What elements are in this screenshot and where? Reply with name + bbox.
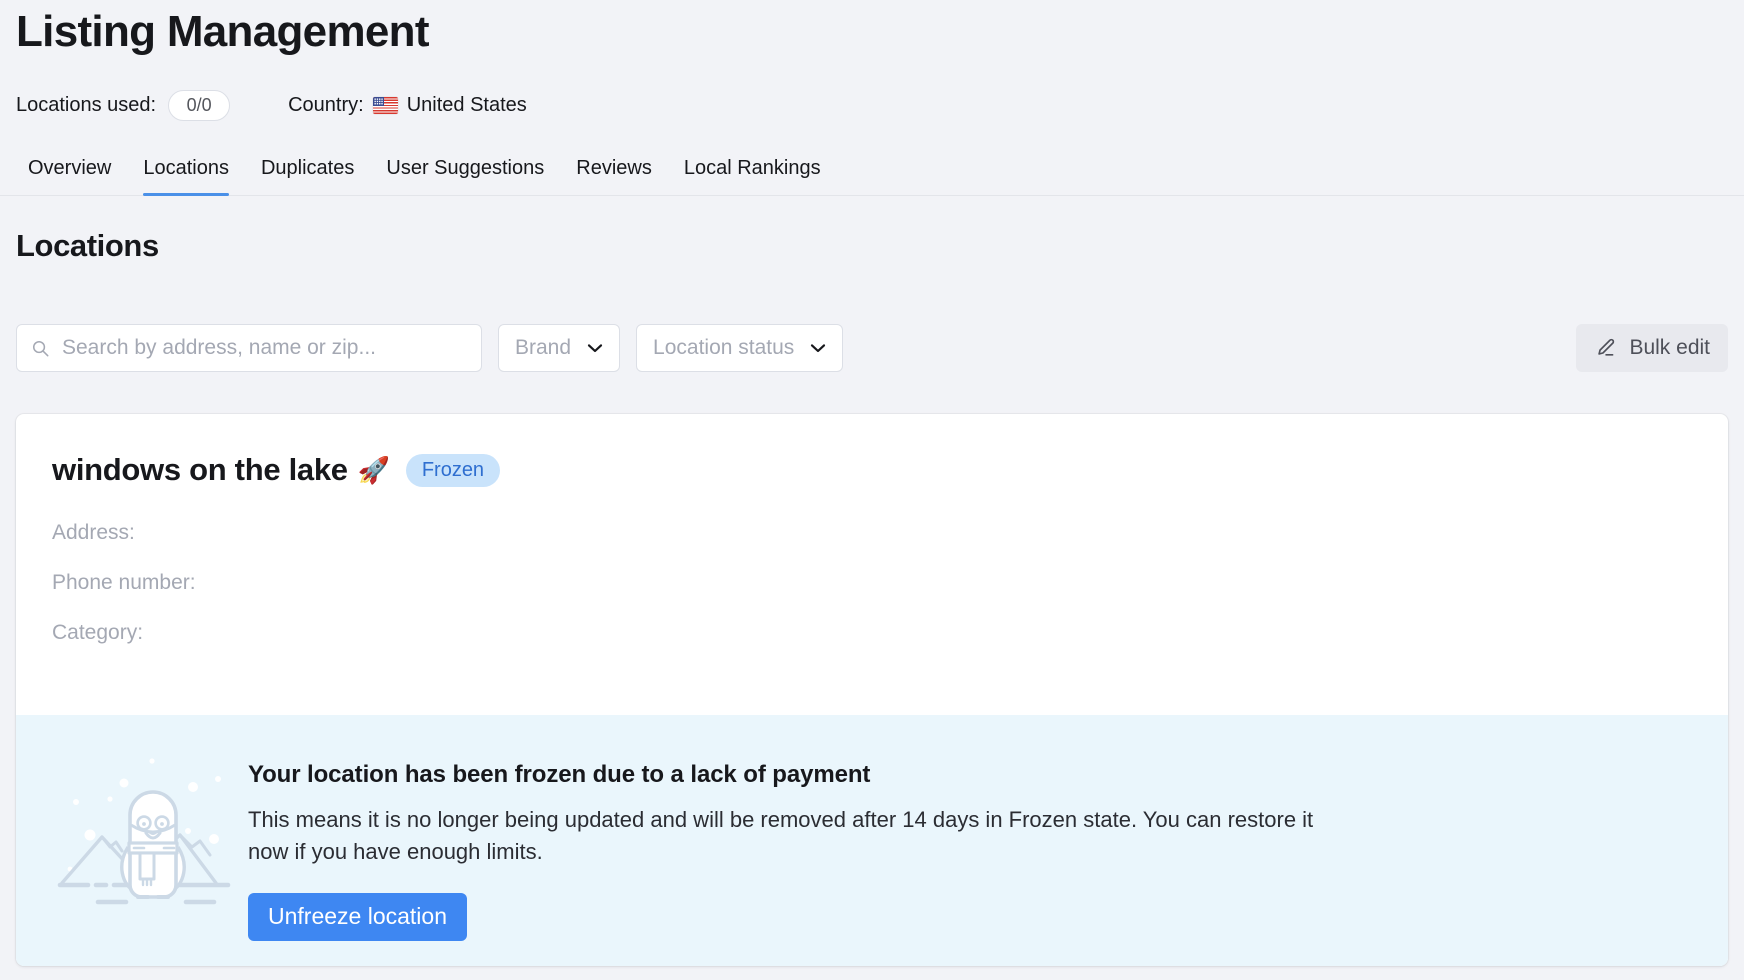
tab-bar: Overview Locations Duplicates User Sugge… [0, 152, 1744, 196]
location-card: windows on the lake 🚀 Frozen Address: Ph… [16, 414, 1728, 966]
search-icon [32, 340, 49, 356]
country-label: Country: [288, 94, 364, 116]
frozen-penguin-illustration [52, 739, 248, 919]
locations-used-label: Locations used: [16, 94, 157, 116]
tab-overview[interactable]: Overview [12, 152, 127, 196]
country-group: Country: United States [288, 94, 527, 117]
pencil-icon [1598, 338, 1615, 356]
search-input[interactable] [60, 335, 467, 361]
filter-bar: Brand Location status [16, 324, 1728, 372]
chevron-down-icon [587, 344, 603, 353]
location-name-group: windows on the lake 🚀 [52, 452, 390, 488]
country-value: United States [406, 94, 527, 116]
detail-category: Category: [52, 621, 144, 644]
detail-address: Address: [52, 521, 135, 544]
locations-used-badge: 0/0 [168, 90, 231, 121]
header-meta-row: Locations used: 0/0 Country: United Stat… [16, 90, 527, 121]
frozen-banner-text: Your location has been frozen due to a l… [248, 739, 1333, 941]
tab-locations[interactable]: Locations [127, 152, 245, 196]
status-badge: Frozen [405, 453, 501, 487]
bulk-edit-button[interactable]: Bulk edit [1576, 324, 1728, 372]
location-status-filter-label: Location status [653, 336, 795, 359]
frozen-banner: Your location has been frozen due to a l… [16, 715, 1728, 966]
location-status-filter-dropdown[interactable]: Location status [636, 324, 844, 372]
us-flag-icon [372, 97, 398, 114]
listing-management-page: Listing Management Locations used: 0/0 C… [0, 0, 1744, 980]
frozen-banner-description: This means it is no longer being updated… [248, 807, 1314, 865]
search-box[interactable] [16, 324, 482, 372]
location-details: Address: Phone number: Category: [52, 522, 1728, 643]
penguin-snow-illustration-svg [57, 758, 231, 905]
tab-local-rankings[interactable]: Local Rankings [668, 152, 837, 196]
page-title: Listing Management [16, 7, 429, 56]
location-card-body: windows on the lake 🚀 Frozen Address: Ph… [16, 414, 1728, 643]
brand-filter-dropdown[interactable]: Brand [498, 324, 621, 372]
location-name: windows on the lake [52, 452, 348, 487]
section-title: Locations [16, 228, 159, 263]
tab-duplicates[interactable]: Duplicates [245, 152, 370, 196]
location-title-row: windows on the lake 🚀 Frozen [52, 452, 1728, 488]
chevron-down-icon [811, 344, 826, 353]
brand-filter-label: Brand [515, 336, 572, 359]
frozen-banner-title: Your location has been frozen due to a l… [248, 761, 871, 788]
unfreeze-location-button[interactable]: Unfreeze location [248, 892, 467, 941]
tab-user-suggestions[interactable]: User Suggestions [370, 152, 560, 196]
detail-phone-number: Phone number: [52, 571, 196, 594]
bulk-edit-label: Bulk edit [1629, 336, 1710, 359]
rocket-icon: 🚀 [357, 455, 390, 485]
tab-reviews[interactable]: Reviews [560, 152, 668, 196]
